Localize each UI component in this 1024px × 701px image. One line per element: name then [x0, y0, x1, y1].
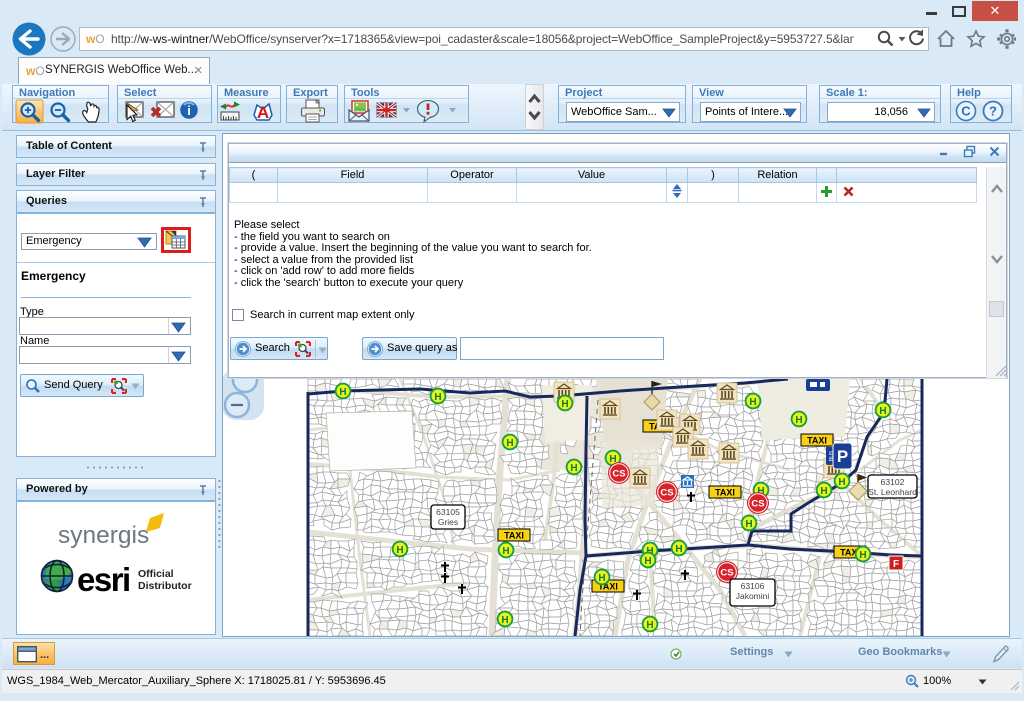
svg-text:C: C — [961, 104, 971, 119]
svg-text:H: H — [646, 620, 653, 631]
svg-text:TAXI: TAXI — [504, 531, 524, 541]
svg-text:A: A — [257, 103, 269, 122]
svg-text:H: H — [502, 546, 509, 557]
svg-text:H: H — [879, 406, 886, 417]
svg-text:esri: esri — [77, 561, 130, 598]
svg-text:Distributor: Distributor — [138, 580, 192, 592]
svg-text:CS: CS — [660, 488, 673, 499]
svg-text:St. Leonhard: St. Leonhard — [868, 487, 917, 497]
svg-text:H: H — [795, 415, 802, 426]
svg-text:63106: 63106 — [741, 581, 765, 591]
svg-text:H: H — [644, 556, 651, 567]
svg-text:H: H — [339, 387, 346, 398]
svg-text:H: H — [749, 397, 756, 408]
svg-text:Gries: Gries — [438, 517, 458, 527]
svg-text:H: H — [598, 573, 605, 584]
svg-text:TAXI: TAXI — [807, 436, 827, 446]
svg-text:CS: CS — [612, 469, 625, 480]
svg-text:Jakomini: Jakomini — [736, 591, 770, 601]
svg-text:CS: CS — [751, 499, 764, 510]
svg-text:H: H — [501, 615, 508, 626]
svg-text:H: H — [570, 463, 577, 474]
svg-text:synergis: synergis — [58, 522, 149, 549]
svg-text:P: P — [837, 447, 848, 466]
svg-text:63105: 63105 — [436, 507, 460, 517]
svg-text:H: H — [745, 519, 752, 530]
svg-text:H: H — [675, 544, 682, 555]
svg-text:H: H — [506, 438, 513, 449]
svg-text:H: H — [434, 392, 441, 403]
svg-text:TAXI: TAXI — [715, 488, 735, 498]
svg-text:H: H — [838, 477, 845, 488]
svg-text:CS: CS — [720, 568, 733, 579]
svg-text:63102: 63102 — [881, 477, 905, 487]
svg-text:F: F — [893, 559, 899, 570]
svg-text:H: H — [561, 399, 568, 410]
svg-text:Official: Official — [138, 568, 174, 580]
svg-text:H: H — [820, 486, 827, 497]
svg-text:H: H — [859, 550, 866, 561]
svg-text:?: ? — [989, 104, 997, 119]
svg-text:i: i — [187, 103, 191, 118]
svg-text:H: H — [396, 545, 403, 556]
